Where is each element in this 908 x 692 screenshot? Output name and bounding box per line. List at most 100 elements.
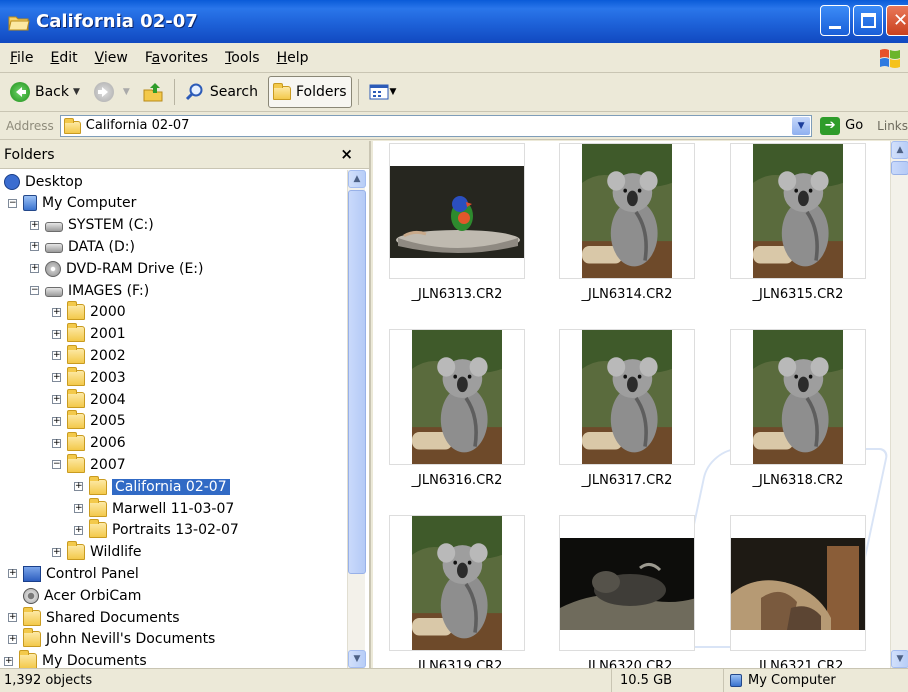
expand-icon[interactable]: + <box>4 656 13 666</box>
expand-icon[interactable]: + <box>52 373 61 383</box>
drive-icon <box>45 287 63 297</box>
file-thumbnail-item[interactable]: _JLN6321.CR2 <box>730 515 866 668</box>
expand-icon[interactable]: + <box>52 329 61 339</box>
tree-item[interactable]: + Marwell 11-03-07 <box>74 497 234 519</box>
folder-icon <box>67 432 85 452</box>
tree-item[interactable]: Acer OrbiCam <box>8 585 141 606</box>
links-toolbar[interactable]: Links <box>877 119 908 133</box>
expand-icon[interactable]: + <box>74 482 83 492</box>
tree-item[interactable]: − IMAGES (F:) <box>30 280 149 301</box>
tree-item[interactable]: +2003 <box>52 366 126 388</box>
minimize-button[interactable] <box>820 5 850 36</box>
tree-item[interactable]: + John Nevill's Documents <box>8 628 215 650</box>
expand-icon[interactable]: + <box>52 547 61 557</box>
address-input[interactable]: California 02-07 ▼ <box>59 114 813 137</box>
tree-item[interactable]: + Control Panel <box>8 563 139 584</box>
photo-thumbnail <box>412 330 502 464</box>
expand-icon[interactable]: + <box>30 242 39 252</box>
expand-icon[interactable]: + <box>8 613 17 622</box>
go-button[interactable]: ➔ Go <box>820 116 863 135</box>
tree-item[interactable]: +2000 <box>52 301 126 323</box>
expand-icon[interactable]: + <box>52 395 61 404</box>
file-thumbnail-item[interactable]: _JLN6313.CR2 <box>389 143 525 302</box>
title-bar[interactable]: California 02-07 ✕ <box>0 0 908 43</box>
back-dropdown-icon[interactable]: ▼ <box>73 87 80 97</box>
tree-item[interactable]: + DATA (D:) <box>30 236 135 257</box>
address-dropdown-icon[interactable]: ▼ <box>792 116 811 135</box>
file-thumbnail-item[interactable]: _JLN6317.CR2 <box>559 329 695 488</box>
maximize-button[interactable] <box>853 5 883 36</box>
tree-item[interactable]: +2004 <box>52 388 126 410</box>
folders-icon <box>272 83 291 100</box>
file-view-scrollbar[interactable]: ▲ ▼ <box>890 141 908 668</box>
menu-favorites[interactable]: Favorites <box>145 50 208 66</box>
tree-item-label: SYSTEM (C:) <box>68 217 154 234</box>
tree-item[interactable]: + DVD-RAM Drive (E:) <box>30 258 203 279</box>
collapse-icon[interactable]: − <box>8 198 17 208</box>
toolbar: Back ▼ ▼ Search Folders ▼ <box>0 73 908 112</box>
tree-item[interactable]: + California 02-07 <box>74 475 231 497</box>
menu-file[interactable]: File <box>10 50 33 66</box>
expand-icon[interactable]: + <box>52 416 61 426</box>
tree-item[interactable]: − My Computer <box>8 193 136 214</box>
scroll-up-button[interactable]: ▲ <box>891 141 908 159</box>
menu-help[interactable]: Help <box>277 50 309 66</box>
status-object-count: 1,392 objects <box>0 668 612 692</box>
tree-item[interactable]: + Portraits 13-02-07 <box>74 519 239 541</box>
file-thumbnail-item[interactable]: _JLN6320.CR2 <box>559 515 695 668</box>
file-view: ▲ ▼ _JLN6313.CR2 _JLN6314.CR2 _JLN6315.CR2… <box>373 141 908 668</box>
menu-view[interactable]: View <box>95 50 128 66</box>
file-thumbnail-item[interactable]: _JLN6319.CR2 <box>389 515 525 668</box>
up-folder-button[interactable] <box>138 76 168 108</box>
expand-icon[interactable]: + <box>52 307 61 317</box>
thumbnail-frame <box>559 143 695 279</box>
forward-dropdown-icon[interactable]: ▼ <box>123 87 130 97</box>
collapse-icon[interactable]: − <box>52 460 61 470</box>
collapse-icon[interactable]: − <box>30 286 39 295</box>
file-thumbnail-item[interactable]: _JLN6315.CR2 <box>730 143 866 302</box>
folders-button[interactable]: Folders <box>267 76 352 108</box>
file-name-label: _JLN6316.CR2 <box>411 473 503 488</box>
scroll-thumb[interactable] <box>348 190 366 574</box>
expand-icon[interactable]: + <box>8 569 17 579</box>
folder-tree: Desktop − My Computer + SYSTEM (C:) + DATA (D:… <box>0 170 347 668</box>
tree-item[interactable]: +2002 <box>52 344 126 366</box>
close-button[interactable]: ✕ <box>886 5 908 36</box>
tree-item[interactable]: + My Documents <box>4 650 147 668</box>
folder-tree-scrollbar[interactable]: ▲ ▼ <box>347 170 366 668</box>
views-button[interactable]: ▼ <box>365 76 401 108</box>
expand-icon[interactable]: + <box>52 438 61 448</box>
expand-icon[interactable]: + <box>52 351 61 361</box>
expand-icon[interactable]: + <box>74 525 83 535</box>
tree-item[interactable]: − 2007 <box>52 453 126 475</box>
expand-icon[interactable]: + <box>30 220 39 230</box>
scroll-thumb[interactable] <box>891 161 908 175</box>
tree-item[interactable]: + Shared Documents <box>8 606 180 628</box>
file-thumbnail-item[interactable]: _JLN6316.CR2 <box>389 329 525 488</box>
back-button[interactable]: Back ▼ <box>6 76 84 108</box>
tree-item[interactable]: +2001 <box>52 323 126 345</box>
menu-tools[interactable]: Tools <box>225 50 260 66</box>
expand-icon[interactable]: + <box>74 504 83 513</box>
tree-item[interactable]: +2006 <box>52 432 126 454</box>
menu-edit[interactable]: Edit <box>50 50 77 66</box>
file-thumbnail-item[interactable]: _JLN6314.CR2 <box>559 143 695 302</box>
tree-item[interactable]: + Wildlife <box>52 541 142 563</box>
address-path: California 02-07 <box>85 118 190 133</box>
folder-icon <box>67 323 85 343</box>
tree-spacer <box>8 591 17 601</box>
forward-button[interactable]: ▼ <box>90 76 134 108</box>
thumbnail-frame <box>730 143 866 279</box>
search-button[interactable]: Search <box>181 76 262 108</box>
close-pane-icon[interactable]: × <box>340 145 353 163</box>
folder-icon <box>67 410 85 430</box>
scroll-down-button[interactable]: ▼ <box>891 650 908 668</box>
expand-icon[interactable]: + <box>8 634 17 644</box>
file-thumbnail-item[interactable]: _JLN6318.CR2 <box>730 329 866 488</box>
tree-item[interactable]: Desktop <box>4 171 83 192</box>
scroll-down-button[interactable]: ▼ <box>348 650 366 668</box>
scroll-up-button[interactable]: ▲ <box>348 170 366 188</box>
tree-item[interactable]: +2005 <box>52 410 126 432</box>
expand-icon[interactable]: + <box>30 264 39 274</box>
tree-item[interactable]: + SYSTEM (C:) <box>30 215 154 236</box>
